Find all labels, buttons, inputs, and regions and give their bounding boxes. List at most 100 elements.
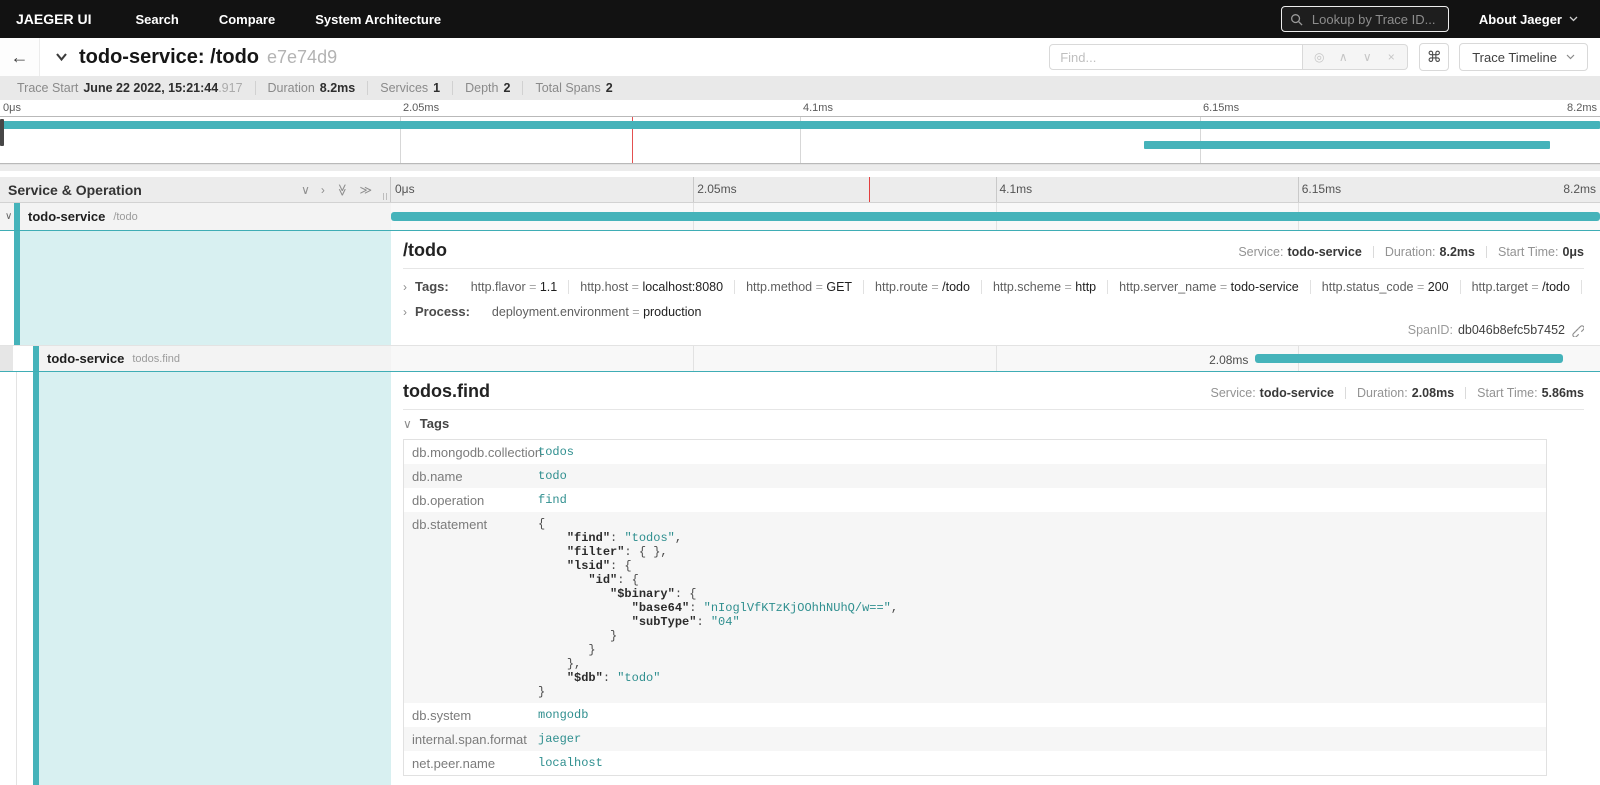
focus-match-icon[interactable]: ◎ — [1307, 50, 1331, 64]
span-color-bar — [14, 203, 20, 230]
span-name-cell[interactable]: ∨ todo-service /todo — [0, 203, 391, 230]
indent-guide — [16, 372, 17, 785]
span-id-value: db046b8efc5b7452 — [1458, 323, 1565, 337]
nav-item[interactable]: Compare — [199, 12, 295, 27]
process-summary-row[interactable]: › Process: deployment.environmentproduct… — [403, 304, 1584, 319]
nav-item[interactable]: Search — [115, 12, 198, 27]
tag-summary-item: http.user_agentM... — [1582, 280, 1584, 294]
span-operation-name: todos.find — [132, 353, 180, 365]
search-icon — [1290, 13, 1303, 26]
trace-view-label: Trace Timeline — [1472, 50, 1557, 65]
find-tools: ◎ ∧ ∨ × — [1303, 44, 1408, 70]
service-label: Service: — [1238, 245, 1283, 259]
span-row-todos-find[interactable]: todo-service todos.find 2.08ms — [0, 345, 1600, 371]
tag-value: todo — [536, 464, 1546, 488]
detail-body: todos.find Service: todo-service Duratio… — [391, 372, 1600, 785]
ruler-gridline — [693, 177, 694, 202]
minimap-tick-label: 2.05ms — [403, 102, 439, 114]
tag-summary-item: http.methodGET — [735, 280, 864, 294]
trace-summary-item: Duration8.2ms — [256, 81, 369, 95]
trace-summary-item: Depth2 — [453, 81, 523, 95]
detail-body: /todo Service: todo-service Duration: 8.… — [391, 231, 1600, 345]
tag-value: jaeger — [536, 727, 1546, 751]
tag-summary-item: http.status_code200 — [1311, 280, 1461, 294]
chevron-down-icon — [1569, 16, 1578, 22]
expand-all-icon[interactable]: ≫ — [335, 183, 349, 196]
tags-accordion-header[interactable]: ∨ Tags — [403, 416, 1584, 431]
span-detail-todos-find: todos.find Service: todo-service Duratio… — [0, 371, 1600, 785]
trace-collapse-toggle[interactable] — [53, 50, 70, 64]
command-icon: ⌘ — [1427, 48, 1442, 66]
span-name-cell[interactable]: todo-service todos.find — [0, 346, 391, 371]
duration-value: 2.08ms — [1412, 386, 1454, 400]
tag-summary-item: http.server_nametodo-service — [1108, 280, 1311, 294]
tag-key: db.mongodb.collection — [404, 440, 536, 464]
span-duration-bar[interactable] — [391, 212, 1600, 221]
detail-left-column — [0, 372, 391, 785]
duration-label: Duration: — [1357, 386, 1408, 400]
tag-summary-item: http.target/todo — [1461, 280, 1582, 294]
jaeger-logo[interactable]: JAEGER UI — [0, 11, 115, 27]
span-timeline-cell[interactable]: 2.08ms — [391, 346, 1600, 371]
about-jaeger-menu[interactable]: About Jaeger — [1479, 12, 1578, 27]
span-timeline-cell[interactable] — [391, 203, 1600, 230]
service-operation-title: Service & Operation — [8, 182, 142, 198]
service-value: todo-service — [1260, 386, 1334, 400]
trace-id-lookup[interactable] — [1281, 6, 1449, 32]
span-id-row: SpanID: db046b8efc5b7452 — [1408, 323, 1584, 337]
keyboard-shortcuts-button[interactable]: ⌘ — [1419, 43, 1449, 71]
next-match-icon[interactable]: ∨ — [1355, 50, 1379, 64]
about-jaeger-label: About Jaeger — [1479, 12, 1562, 27]
tag-row: db.statement { "find": "todos", "filter"… — [404, 512, 1546, 703]
tags-table: db.mongodb.collection todos db.name todo… — [403, 439, 1547, 776]
chevron-down-icon: ∨ — [403, 417, 412, 431]
tags-label: Tags: — [415, 279, 449, 294]
back-button[interactable]: ← — [0, 38, 40, 76]
tag-value: find — [536, 488, 1546, 512]
ruler-cursor-line — [869, 177, 870, 202]
find-input[interactable] — [1049, 44, 1303, 70]
tag-summary-item: http.hostlocalhost:8080 — [569, 280, 735, 294]
trace-summary-item: Services1 — [368, 81, 453, 95]
start-time-label: Start Time: — [1477, 386, 1537, 400]
nav-menu: SearchCompareSystem Architecture — [115, 12, 461, 27]
collapse-all-icon[interactable]: ∨ — [301, 183, 310, 197]
tag-row: db.operation find — [404, 488, 1546, 512]
trace-summary-item: Trace StartJune 22 2022, 15:21:44.917 — [5, 81, 256, 95]
clear-find-icon[interactable]: × — [1379, 50, 1403, 64]
chevron-down-icon[interactable]: ∨ — [5, 211, 12, 222]
nav-item[interactable]: System Architecture — [295, 12, 461, 27]
span-detail-meta: Service: todo-service Duration: 2.08ms S… — [1211, 386, 1584, 400]
span-detail-title[interactable]: todos.find — [403, 381, 490, 402]
trace-title: todo-service: /todo — [79, 46, 259, 69]
tag-value: todos — [536, 440, 1546, 464]
column-resizer-grip[interactable] — [383, 193, 387, 200]
link-icon[interactable] — [1570, 323, 1584, 337]
span-color-bar — [33, 346, 39, 371]
timeline-ruler[interactable]: 0μs 2.05ms 4.1ms 6.15ms 8.2ms — [391, 177, 1600, 202]
tags-section-label: Tags — [420, 416, 449, 431]
trace-summary-bar: Trace StartJune 22 2022, 15:21:44.917 Du… — [0, 76, 1600, 100]
span-service-name: todo-service — [47, 351, 124, 366]
trace-minimap[interactable] — [0, 116, 1600, 164]
tags-summary-row[interactable]: › Tags: http.flavor1.1http.hostlocalhost… — [403, 279, 1584, 294]
service-label: Service: — [1211, 386, 1256, 400]
trace-id-lookup-input[interactable] — [1310, 11, 1440, 28]
trace-view-selector[interactable]: Trace Timeline — [1459, 43, 1588, 71]
detail-highlight-column — [39, 372, 391, 785]
span-duration-bar[interactable] — [1255, 354, 1562, 363]
collapse-one-icon[interactable]: › — [321, 183, 325, 197]
indent-guide[interactable] — [0, 346, 13, 371]
tag-key: net.peer.name — [404, 751, 536, 775]
span-detail-title[interactable]: /todo — [403, 240, 447, 261]
tag-row: net.peer.name localhost — [404, 751, 1546, 775]
expand-one-icon[interactable]: ≫ — [359, 183, 372, 197]
tag-row: db.name todo — [404, 464, 1546, 488]
span-row-todo[interactable]: ∨ todo-service /todo — [0, 203, 1600, 230]
start-time-label: Start Time: — [1498, 245, 1558, 259]
prev-match-icon[interactable]: ∧ — [1331, 50, 1355, 64]
tag-value: mongodb — [536, 703, 1546, 727]
chevron-right-icon: › — [403, 280, 407, 294]
tag-key: internal.span.format — [404, 727, 536, 751]
minimap-scrubber-handle[interactable] — [0, 119, 4, 146]
